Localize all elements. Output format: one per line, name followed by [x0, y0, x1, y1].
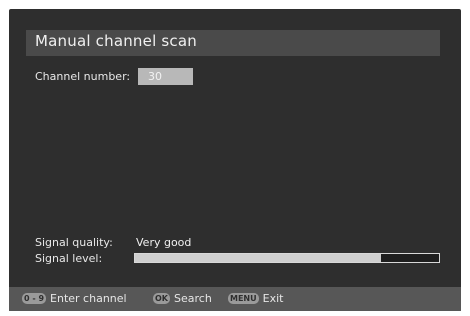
channel-number-label: Channel number:	[35, 70, 131, 83]
hint-exit-label: Exit	[262, 292, 284, 305]
ok-key-icon: OK	[153, 293, 170, 304]
signal-quality-value: Very good	[136, 236, 192, 249]
page-title: Manual channel scan	[35, 32, 197, 50]
signal-level-bar	[134, 253, 440, 263]
hint-search: OK Search	[153, 292, 212, 305]
hint-exit: MENU Exit	[228, 292, 283, 305]
hint-enter-channel-label: Enter channel	[50, 292, 127, 305]
signal-level-label: Signal level:	[35, 252, 103, 265]
channel-number-field[interactable]: 30	[138, 68, 193, 85]
hint-enter-channel: 0 - 9 Enter channel	[22, 292, 127, 305]
menu-key-icon: MENU	[228, 293, 259, 304]
signal-level-fill	[135, 254, 382, 262]
digit-keys-icon: 0 - 9	[22, 293, 47, 304]
signal-quality-label: Signal quality:	[35, 236, 113, 249]
hint-search-label: Search	[174, 292, 212, 305]
